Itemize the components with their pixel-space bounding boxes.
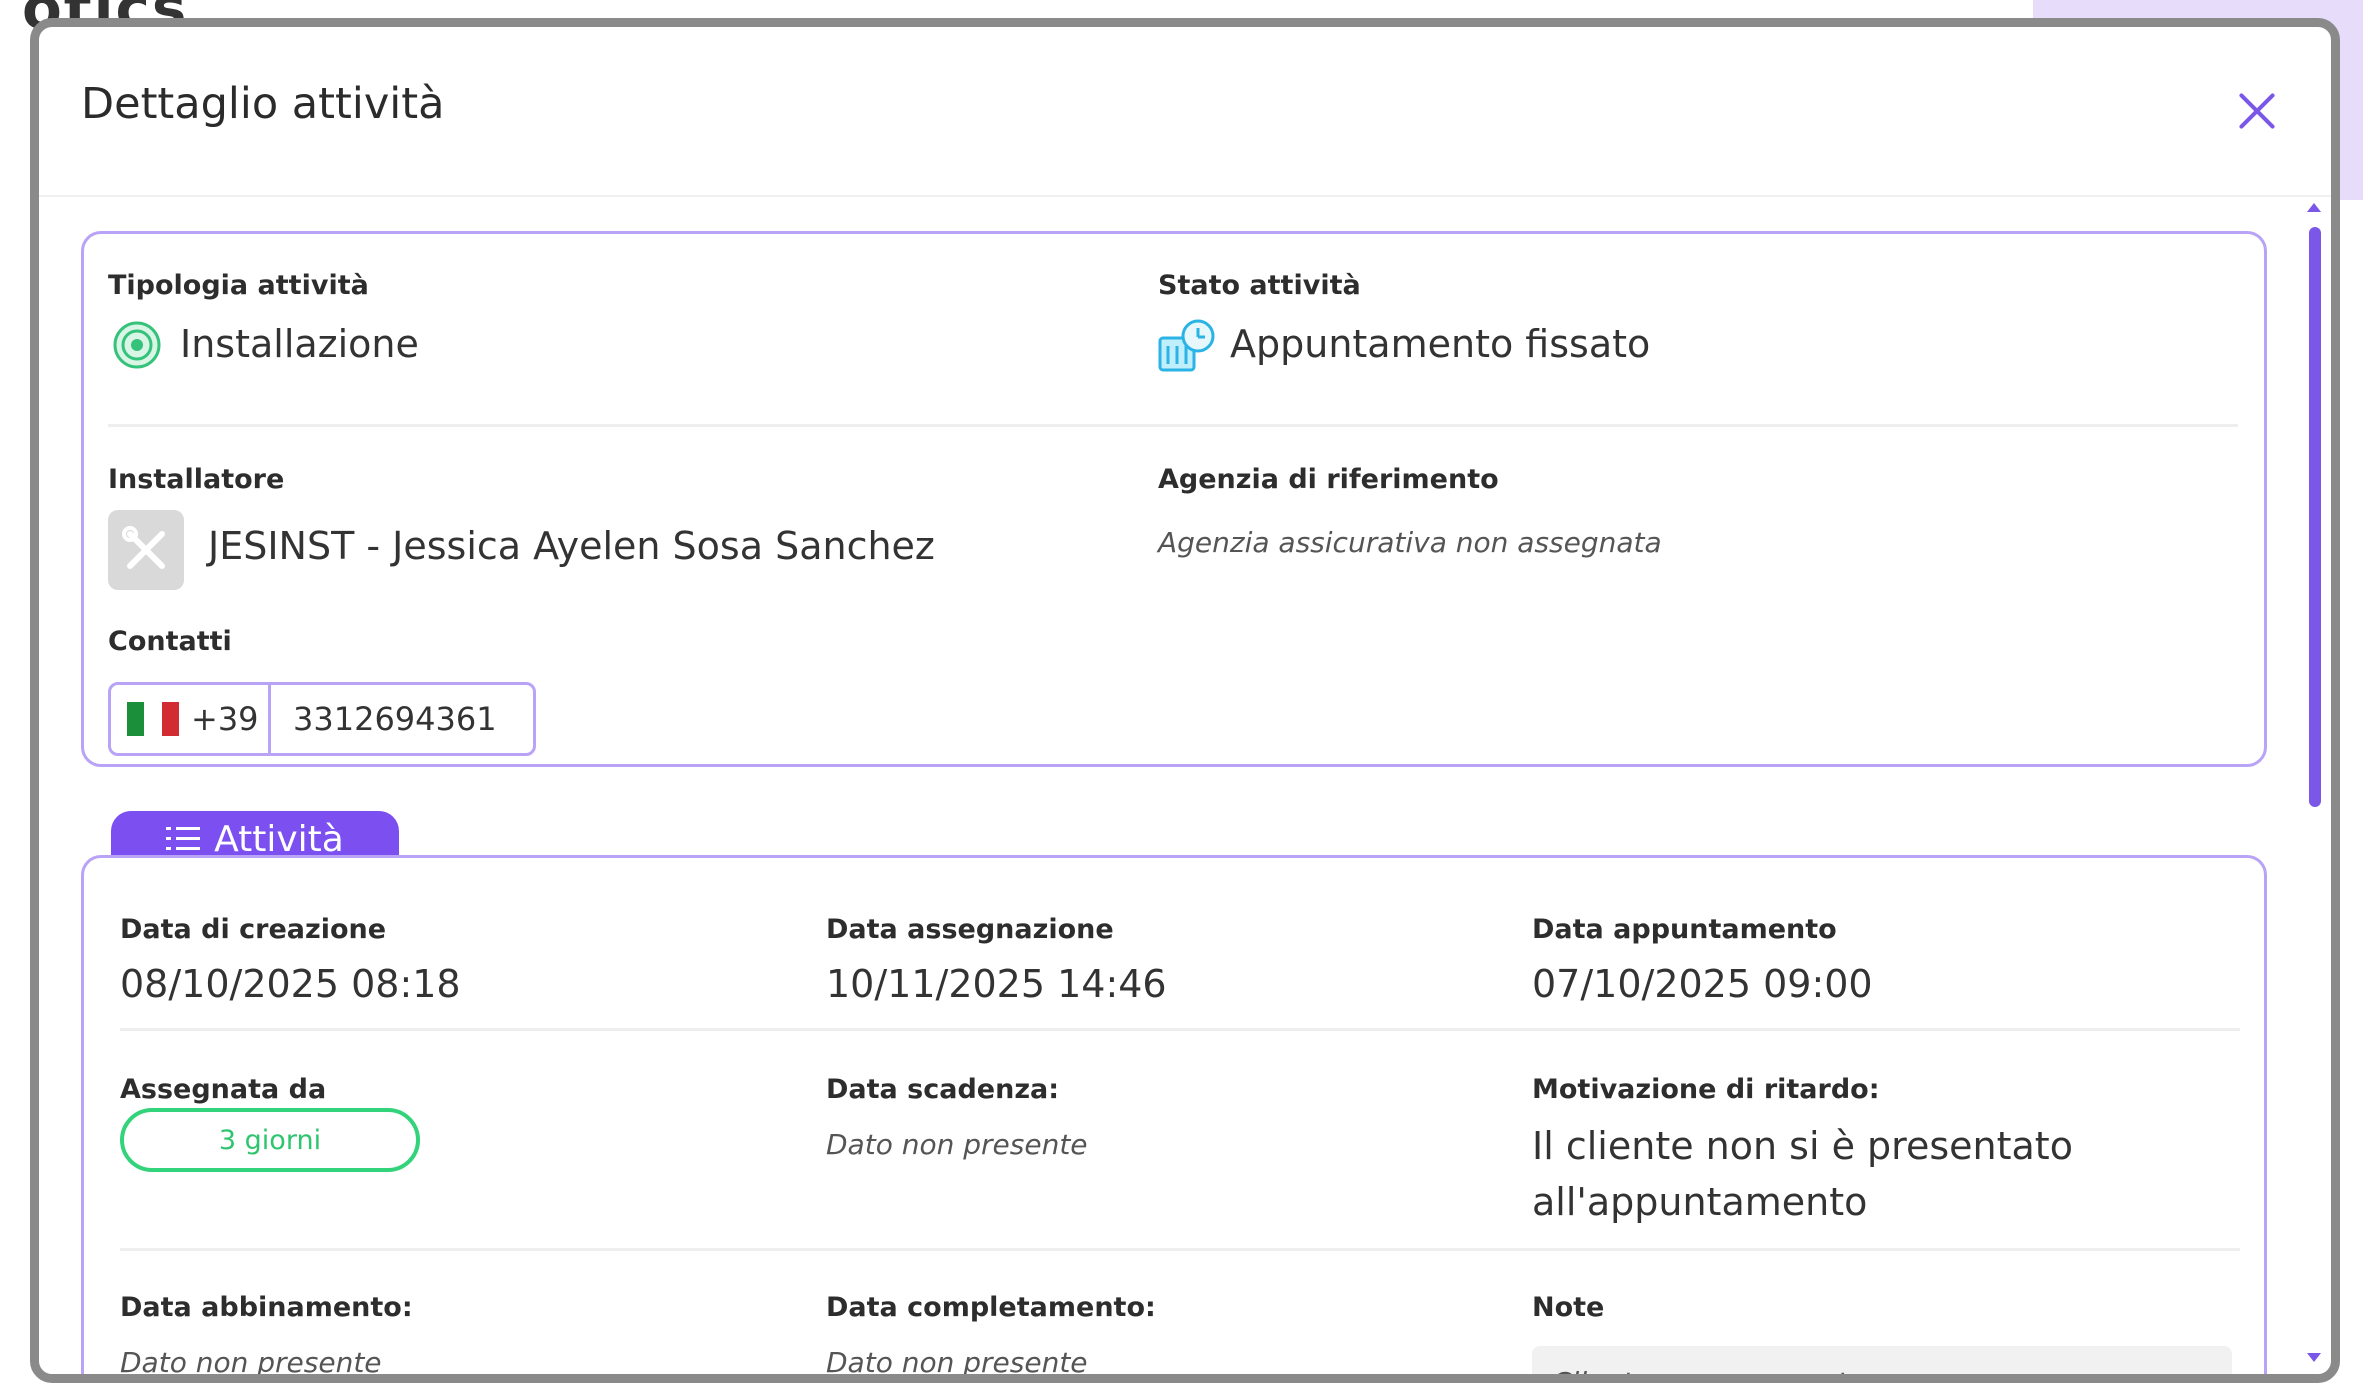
agenzia-value: Agenzia assicurativa non assegnata: [1158, 526, 1662, 559]
scroll-up-arrow[interactable]: [2307, 203, 2321, 212]
tab-label: Attività: [214, 818, 344, 860]
scroll-down-arrow[interactable]: [2307, 1353, 2321, 1362]
close-icon[interactable]: [2233, 87, 2283, 137]
creazione-value: 08/10/2025 08:18: [120, 962, 461, 1006]
motivazione-label: Motivazione di ritardo:: [1532, 1074, 1880, 1105]
motivazione-value-line1: Il cliente non si è presentato: [1532, 1124, 2073, 1168]
activity-card: Data di creazione 08/10/2025 08:18 Data …: [81, 855, 2267, 1383]
status-badge: 3 giorni: [120, 1108, 420, 1172]
scrollbar-thumb[interactable]: [2309, 227, 2321, 807]
assegnata-value: 3 giorni: [218, 1124, 322, 1156]
tools-icon: [122, 526, 165, 569]
list-icon: [166, 825, 201, 853]
note-field[interactable]: Cliente non pervenuto: [1532, 1346, 2232, 1383]
assegnazione-value: 10/11/2025 14:46: [826, 962, 1167, 1006]
installatore-label: Installatore: [108, 464, 285, 495]
divider: [120, 1248, 2240, 1251]
calendar-clock-icon: [1158, 319, 1215, 372]
motivazione-value-line2: all'appuntamento: [1532, 1180, 1868, 1224]
phone-number[interactable]: 3312694361: [271, 685, 533, 753]
divider: [108, 424, 2238, 427]
completamento-value: Dato non presente: [826, 1346, 1088, 1379]
creazione-label: Data di creazione: [120, 914, 387, 945]
country-code-selector[interactable]: +39: [111, 685, 271, 753]
appuntamento-label: Data appuntamento: [1532, 914, 1837, 945]
contatti-label: Contatti: [108, 626, 232, 657]
stato-value: Appuntamento fissato: [1230, 322, 1651, 366]
summary-card: Tipologia attività Installazione Stato a…: [81, 231, 2267, 767]
phone-field[interactable]: +39 3312694361: [108, 682, 536, 756]
assegnata-label: Assegnata da: [120, 1074, 327, 1105]
modal-header: Dettaglio attività: [39, 27, 2331, 197]
italy-flag-icon: [127, 702, 179, 736]
abbinamento-value: Dato non presente: [120, 1346, 382, 1379]
abbinamento-label: Data abbinamento:: [120, 1292, 413, 1323]
tipologia-label: Tipologia attività: [108, 270, 369, 301]
note-label: Note: [1532, 1292, 1605, 1323]
gear-icon: [113, 321, 161, 369]
phone-prefix: +39: [191, 700, 259, 738]
scadenza-label: Data scadenza:: [826, 1074, 1060, 1105]
agenzia-label: Agenzia di riferimento: [1158, 464, 1499, 495]
tools-avatar: [108, 510, 184, 590]
divider: [120, 1028, 2240, 1031]
scadenza-value: Dato non presente: [826, 1128, 1088, 1161]
modal-title: Dettaglio attività: [81, 79, 445, 129]
note-value: Cliente non pervenuto: [1552, 1366, 1865, 1383]
stato-label: Stato attività: [1158, 270, 1361, 301]
appuntamento-value: 07/10/2025 09:00: [1532, 962, 1873, 1006]
assegnazione-label: Data assegnazione: [826, 914, 1114, 945]
activity-detail-modal: Dettaglio attività Tipologia attività In…: [30, 18, 2340, 1383]
completamento-label: Data completamento:: [826, 1292, 1156, 1323]
tipologia-value: Installazione: [180, 322, 419, 366]
installatore-value: JESINST - Jessica Ayelen Sosa Sanchez: [208, 524, 935, 568]
